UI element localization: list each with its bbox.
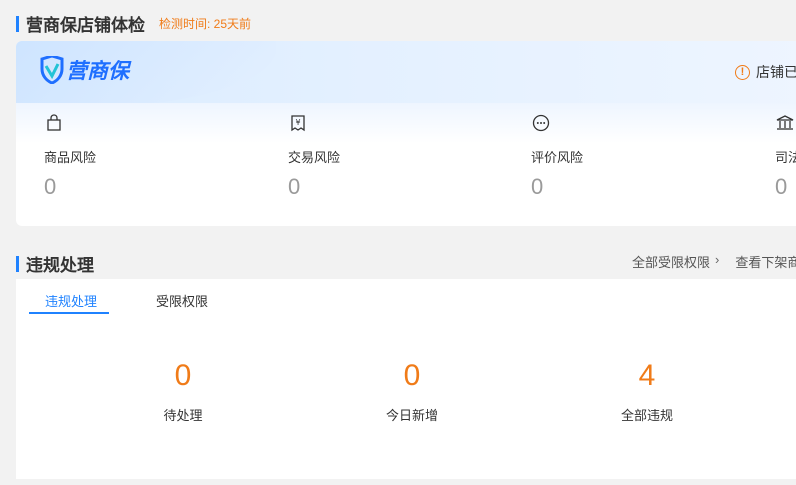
section-marker xyxy=(16,255,19,272)
risk-value: 0 xyxy=(44,174,57,199)
risk-item-judicial[interactable]: 司法 0 xyxy=(747,113,796,200)
risk-item-trade[interactable]: ¥ 交易风险 0 xyxy=(260,113,460,200)
tab-restricted[interactable]: 受限权限 xyxy=(156,291,208,310)
page-title: 营商保店铺体检 xyxy=(26,16,145,35)
risk-label: 商品风险 xyxy=(44,150,97,165)
risk-card: 营商保 ! 店铺已 商品风险 0 ¥ 交易风险 0 评价风险 0 司法 0 xyxy=(16,41,796,226)
stat-all-violations[interactable]: 4 全部违规 xyxy=(587,359,707,424)
violation-links: 全部受限权限 › 查看下架商品 xyxy=(632,252,796,271)
courthouse-icon xyxy=(775,113,795,133)
brand-logo: 营商保 xyxy=(40,55,129,85)
logo-text: 营商保 xyxy=(66,60,129,83)
stat-value: 4 xyxy=(638,359,656,392)
svg-text:¥: ¥ xyxy=(295,118,300,127)
store-status-text: 店铺已 xyxy=(756,64,796,80)
yuan-receipt-icon: ¥ xyxy=(288,113,308,133)
shop-checkup-header: 营商保店铺体检 检测时间: 25天前 xyxy=(16,11,251,36)
store-status[interactable]: ! 店铺已 xyxy=(735,62,796,82)
section-marker xyxy=(16,15,19,32)
risk-value: 0 xyxy=(775,174,788,199)
tab-violation[interactable]: 违规处理 xyxy=(45,291,97,310)
stat-label: 今日新增 xyxy=(385,408,438,423)
risk-label: 司法 xyxy=(775,150,796,165)
risk-label: 交易风险 xyxy=(288,150,341,165)
chat-bubble-icon xyxy=(531,113,551,133)
warning-icon: ! xyxy=(735,64,750,80)
violation-header: 违规处理 xyxy=(16,251,94,276)
check-time-label: 检测时间: 25天前 xyxy=(159,17,252,31)
stat-today-new[interactable]: 0 今日新增 xyxy=(352,359,472,424)
stat-value: 0 xyxy=(403,359,421,392)
risk-value: 0 xyxy=(288,174,301,199)
view-delisted-link[interactable]: 查看下架商品 xyxy=(735,252,796,271)
stat-pending[interactable]: 0 待处理 xyxy=(123,359,243,424)
shield-logo-icon xyxy=(40,56,64,84)
stat-label: 待处理 xyxy=(163,408,203,423)
violation-card: 违规处理 受限权限 0 待处理 0 今日新增 4 全部违规 xyxy=(16,279,796,479)
chevron-right-icon: › xyxy=(715,252,720,267)
shopping-bag-icon xyxy=(44,113,64,133)
stat-value: 0 xyxy=(174,359,192,392)
stat-label: 全部违规 xyxy=(620,408,673,423)
all-restricted-link[interactable]: 全部受限权限 xyxy=(632,252,710,271)
risk-value: 0 xyxy=(531,174,544,199)
risk-item-review[interactable]: 评价风险 0 xyxy=(503,113,703,200)
violation-title: 违规处理 xyxy=(26,256,94,275)
active-tab-underline xyxy=(29,312,109,314)
risk-label: 评价风险 xyxy=(531,150,584,165)
risk-item-product[interactable]: 商品风险 0 xyxy=(16,113,216,200)
